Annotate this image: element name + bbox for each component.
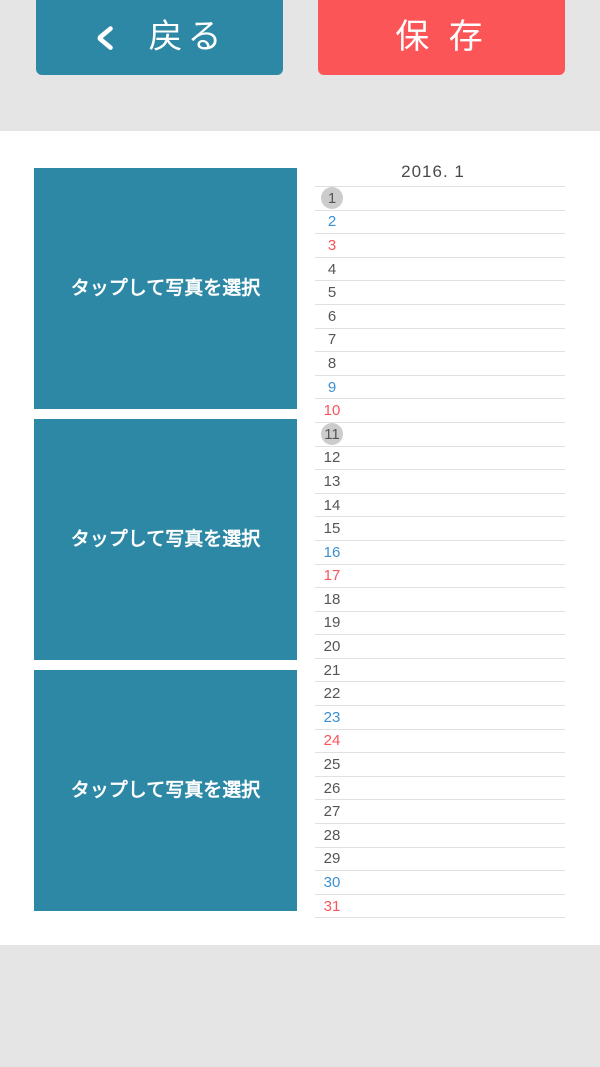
chevron-left-icon (93, 25, 119, 51)
calendar-day-row[interactable]: 26 (315, 777, 565, 801)
calendar-day-number-marked: 1 (317, 187, 347, 210)
calendar-day-number: 9 (327, 378, 337, 396)
calendar-day-number: 24 (323, 732, 341, 750)
save-button[interactable]: 保 存 (318, 0, 565, 75)
calendar-day-row[interactable]: 23 (315, 706, 565, 730)
top-toolbar: 戻る 保 存 (0, 0, 600, 131)
calendar-day-number: 5 (327, 284, 337, 302)
calendar-day-number: 6 (327, 307, 337, 325)
calendar-day-row[interactable]: 8 (315, 352, 565, 376)
calendar-day-number: 10 (323, 402, 341, 420)
calendar-day-number: 20 (323, 638, 341, 656)
back-button[interactable]: 戻る (36, 0, 283, 75)
photo-tile-label: タップして写真を選択 (70, 278, 261, 299)
calendar-day-row[interactable]: 27 (315, 800, 565, 825)
calendar-day-number: 18 (323, 590, 341, 608)
calendar-day-row[interactable]: 11 (315, 423, 565, 447)
calendar-day-row[interactable]: 12 (315, 447, 565, 471)
calendar-day-number: 16 (323, 543, 341, 561)
calendar-day-number: 8 (327, 354, 337, 372)
calendar-day-number: 28 (323, 826, 341, 844)
calendar-day-row[interactable]: 1 (315, 187, 565, 211)
calendar-day-number: 29 (323, 850, 341, 868)
back-button-label: 戻る (148, 17, 227, 56)
calendar-title: 2016. 1 (401, 162, 465, 181)
calendar-day-number: 19 (323, 614, 341, 632)
calendar-day-row[interactable]: 9 (315, 376, 565, 400)
calendar-day-row[interactable]: 5 (315, 281, 565, 305)
calendar-day-row[interactable]: 15 (315, 517, 565, 541)
calendar-day-number: 15 (323, 520, 341, 538)
photo-tile-label: タップして写真を選択 (70, 780, 261, 801)
calendar-day-row[interactable]: 10 (315, 399, 565, 423)
calendar-day-number: 17 (323, 567, 341, 585)
calendar-day-number: 30 (323, 874, 341, 892)
calendar-day-row[interactable]: 18 (315, 588, 565, 612)
calendar-day-row[interactable]: 3 (315, 234, 565, 258)
calendar-day-number: 12 (323, 449, 341, 467)
calendar-day-number: 23 (323, 708, 341, 726)
calendar-day-number-marked: 11 (317, 423, 347, 446)
save-button-label: 保 存 (395, 17, 488, 56)
calendar-day-number: 21 (323, 661, 341, 679)
calendar-day-row[interactable]: 7 (315, 329, 565, 353)
content-area: タップして写真を選択 タップして写真を選択 タップして写真を選択 2016. 1… (0, 131, 600, 945)
calendar-day-number: 31 (323, 897, 341, 915)
calendar-day-number: 25 (323, 756, 341, 774)
calendar-day-row[interactable]: 16 (315, 541, 565, 565)
calendar-day-row[interactable]: 28 (315, 824, 565, 848)
calendar-day-row[interactable]: 2 (315, 211, 565, 235)
calendar-day-row[interactable]: 22 (315, 682, 565, 707)
bottom-bar (0, 945, 600, 1067)
calendar-day-number: 14 (323, 496, 341, 514)
calendar-day-number: 7 (327, 331, 337, 349)
calendar-day-row[interactable]: 14 (315, 494, 565, 518)
calendar-day-number: 22 (323, 685, 341, 703)
calendar-day-row[interactable]: 13 (315, 470, 565, 494)
calendar-day-number: 2 (327, 213, 337, 231)
calendar-column: 2016. 1 1 2 3 4 5 6 7 8 9 10 11 12 13 14 15 16 17 18 19 20 2… (315, 162, 565, 919)
calendar-day-list: 1 2 3 4 5 6 7 8 9 10 11 12 13 14 15 16 17 18 19 20 21 22 23 24 2… (315, 186, 565, 919)
calendar-day-row[interactable]: 24 (315, 730, 565, 754)
calendar-day-row[interactable]: 25 (315, 753, 565, 777)
photo-tile[interactable]: タップして写真を選択 (34, 419, 297, 660)
calendar-day-row[interactable]: 20 (315, 635, 565, 659)
calendar-day-row[interactable]: 6 (315, 305, 565, 329)
photo-tile-label: タップして写真を選択 (70, 529, 261, 550)
calendar-day-row[interactable]: 4 (315, 258, 565, 282)
calendar-day-number: 13 (323, 472, 341, 490)
calendar-day-row[interactable]: 21 (315, 659, 565, 683)
calendar-day-number: 27 (323, 803, 341, 821)
calendar-day-number: 4 (327, 260, 337, 278)
calendar-day-row[interactable]: 19 (315, 612, 565, 636)
photo-tile[interactable]: タップして写真を選択 (34, 168, 297, 409)
calendar-day-row[interactable]: 30 (315, 871, 565, 895)
photo-tiles-column: タップして写真を選択 タップして写真を選択 タップして写真を選択 (34, 168, 297, 921)
calendar-day-number: 26 (323, 779, 341, 797)
calendar-day-row[interactable]: 31 (315, 895, 565, 919)
calendar-day-row[interactable]: 29 (315, 848, 565, 872)
calendar-day-number: 3 (327, 236, 337, 254)
calendar-day-row[interactable]: 17 (315, 565, 565, 589)
photo-tile[interactable]: タップして写真を選択 (34, 670, 297, 911)
